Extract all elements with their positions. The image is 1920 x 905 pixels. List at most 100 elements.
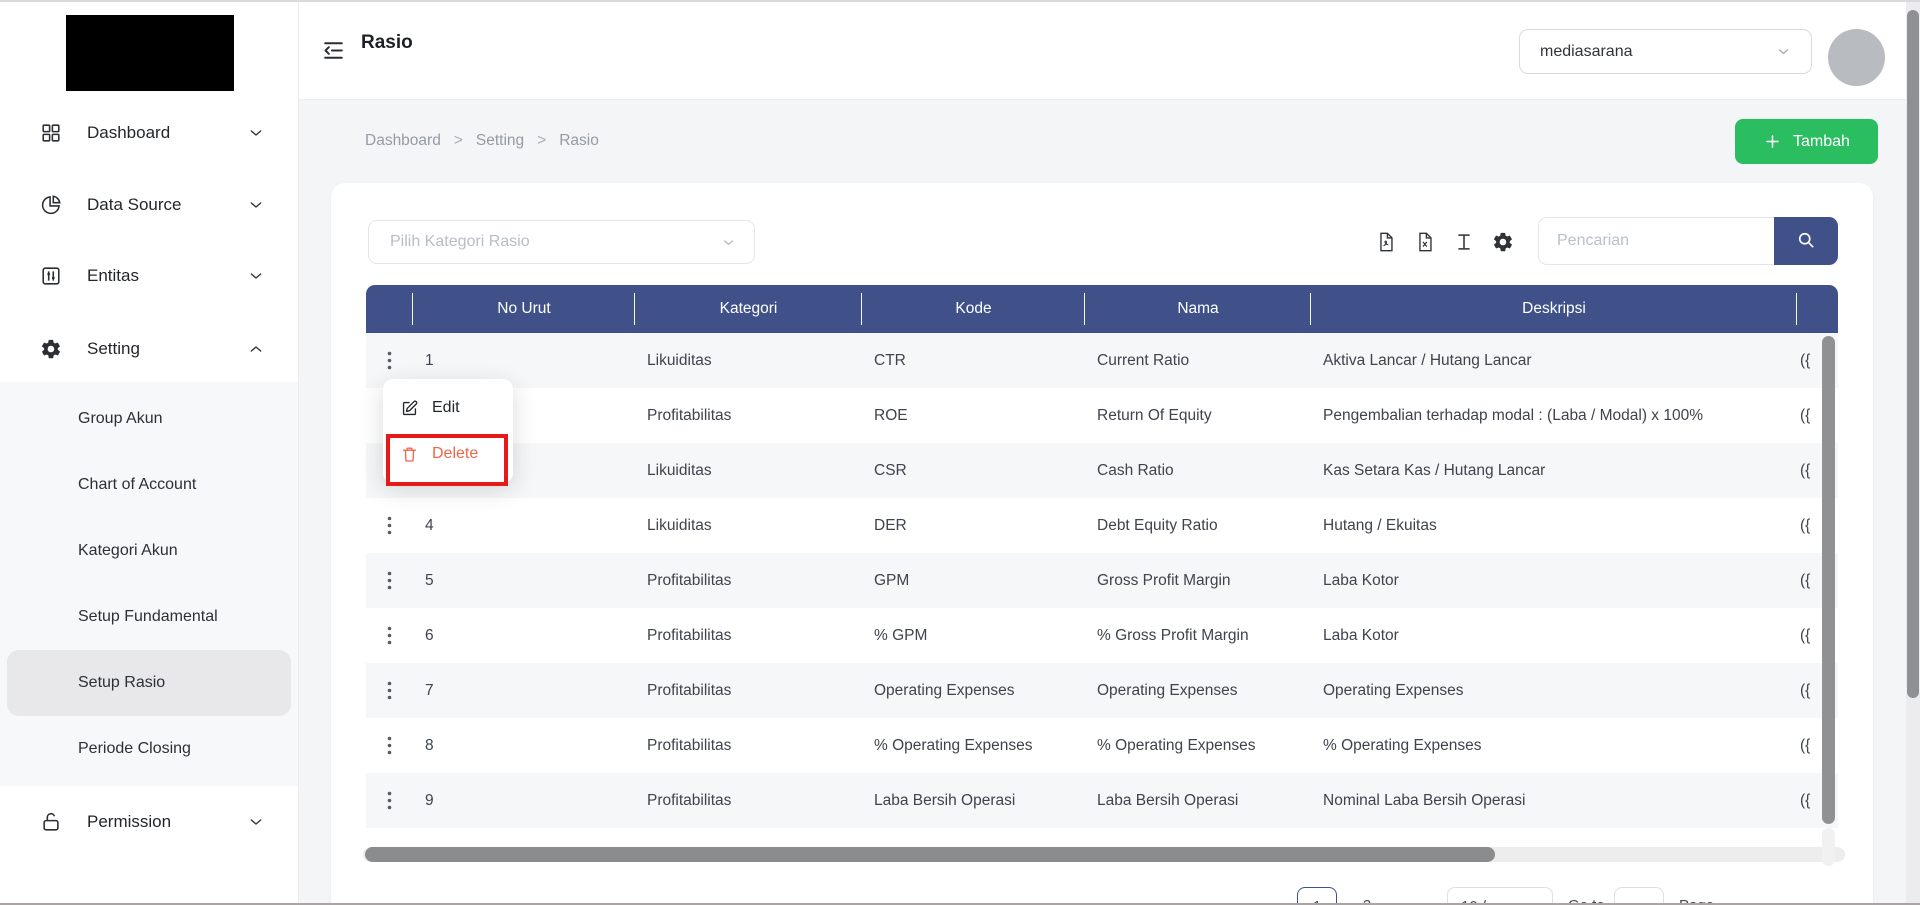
table-vertical-scrollbar-track [1822,828,1835,866]
chevron-down-icon [248,125,264,141]
sidebar-item-setting[interactable]: Setting [0,327,298,371]
cell-kode: Laba Bersih Operasi [862,792,1085,810]
table-header-deskripsi: Deskripsi [1311,285,1797,333]
cell-nama: Return Of Equity [1085,407,1311,425]
cell-deskripsi: Laba Kotor [1311,627,1797,645]
search-input[interactable] [1538,217,1774,265]
cell-no-urut: 7 [413,682,635,700]
cell-deskripsi: Aktiva Lancar / Hutang Lancar [1311,352,1797,370]
sidebar-subitem-setup-rasio[interactable]: Setup Rasio [7,650,291,716]
row-kebab-menu-icon[interactable] [366,736,413,755]
row-kebab-menu-icon[interactable] [366,626,413,645]
sidebar-subitem-setup-fundamental[interactable]: Setup Fundamental [0,584,298,650]
table-row: 4LikuiditasDERDebt Equity RatioHutang / … [366,498,1838,553]
setting-submenu: Group AkunChart of AccountKategori AkunS… [0,382,298,786]
menu-fold-icon[interactable] [321,40,346,61]
table-row: 8Profitabilitas% Operating Expenses% Ope… [366,718,1838,773]
category-filter-placeholder: Pilih Kategori Rasio [390,233,530,251]
table-body: 1LikuiditasCTRCurrent RatioAktiva Lancar… [366,333,1838,828]
sidebar-item-label: Setting [87,339,140,359]
breadcrumb: Dashboard > Setting > Rasio [365,132,599,150]
sidebar-subitem-group-akun[interactable]: Group Akun [0,386,298,452]
row-kebab-menu-icon[interactable] [366,516,413,535]
row-kebab-menu-icon[interactable] [366,351,413,370]
cell-kategori: Profitabilitas [635,572,862,590]
page-scrollbar-track [1906,2,1920,903]
sidebar-item-label: Permission [87,812,171,832]
table-settings-icon[interactable] [1492,231,1514,253]
app-logo [66,15,234,91]
row-context-menu: Edit Delete [383,379,513,483]
breadcrumb-setting[interactable]: Setting [476,132,524,150]
cell-kategori: Profitabilitas [635,407,862,425]
sidebar-item-label: Data Source [87,195,182,215]
sidebar-item-data-source[interactable]: Data Source [0,183,298,227]
pagination: ‹ 1 2 › 10 / page Go to Page [331,887,1873,905]
cell-nama: % Gross Profit Margin [1085,627,1311,645]
sidebar-item-label: Entitas [87,266,139,286]
cell-no-urut: 4 [413,517,635,535]
table-header-actions [366,285,413,333]
context-menu-edit-label: Edit [432,399,460,417]
cell-no-urut: 6 [413,627,635,645]
cell-kategori: Profitabilitas [635,792,862,810]
row-kebab-menu-icon[interactable] [366,681,413,700]
table-row: 1LikuiditasCTRCurrent RatioAktiva Lancar… [366,333,1838,388]
page-title: Rasio [361,32,413,54]
pagination-page-1[interactable]: 1 [1297,887,1337,905]
table-header-no-urut: No Urut [413,285,635,333]
add-button-label: Tambah [1793,133,1850,151]
cell-no-urut: 1 [413,352,635,370]
category-filter-select[interactable]: Pilih Kategori Rasio [368,220,755,264]
table-row: 9ProfitabilitasLaba Bersih OperasiLaba B… [366,773,1838,828]
breadcrumb-separator: > [537,132,546,150]
text-height-icon[interactable] [1453,231,1475,253]
pagination-page-size-select[interactable]: 10 / page [1447,887,1553,905]
table-vertical-scrollbar[interactable] [1822,336,1835,824]
sidebar-item-permission[interactable]: Permission [0,800,298,844]
table-header-nama: Nama [1085,285,1311,333]
pagination-jump-input[interactable] [1614,887,1664,905]
chevron-down-icon [248,197,264,213]
cell-kategori: Profitabilitas [635,627,862,645]
table-row: 2ProfitabilitasROEReturn Of EquityPengem… [366,388,1838,443]
context-menu-delete[interactable]: Delete [383,431,513,477]
pagination-prev-icon[interactable]: ‹ [1256,887,1280,905]
search-button[interactable] [1774,217,1838,265]
row-kebab-menu-icon[interactable] [366,571,413,590]
topbar: Rasio mediasarana [299,2,1920,100]
cell-kode: CTR [862,352,1085,370]
tenant-select[interactable]: mediasarana [1519,29,1812,74]
table-horizontal-scrollbar[interactable] [365,847,1495,862]
rasio-table: No Urut Kategori Kode Nama Deskripsi 1Li… [366,285,1838,828]
pagination-next-icon[interactable]: › [1393,887,1417,905]
table-row: 3LikuiditasCSRCash RatioKas Setara Kas /… [366,443,1838,498]
sidebar-subitem-kategori-akun[interactable]: Kategori Akun [0,518,298,584]
chevron-up-icon [248,341,264,357]
cell-nama: Laba Bersih Operasi [1085,792,1311,810]
table-header-kategori: Kategori [635,285,862,333]
row-kebab-menu-icon[interactable] [366,791,413,810]
sidebar-item-dashboard[interactable]: Dashboard [0,111,298,155]
sidebar-subitem-chart-of-account[interactable]: Chart of Account [0,452,298,518]
chevron-down-icon [721,235,736,250]
breadcrumb-dashboard[interactable]: Dashboard [365,132,441,150]
context-menu-delete-label: Delete [432,445,478,463]
cell-deskripsi: Operating Expenses [1311,682,1797,700]
pagination-page-2[interactable]: 2 [1347,887,1387,905]
export-pdf-icon[interactable] [1375,231,1397,253]
add-button[interactable]: Tambah [1735,119,1878,164]
page-scrollbar[interactable] [1907,10,1919,698]
user-avatar[interactable] [1828,29,1885,86]
unlock-icon [40,811,62,833]
chevron-down-icon [1776,44,1791,59]
sidebar-item-entitas[interactable]: Entitas [0,254,298,298]
export-excel-icon[interactable] [1414,231,1436,253]
cell-kategori: Profitabilitas [635,682,862,700]
context-menu-edit[interactable]: Edit [383,385,513,431]
cell-nama: % Operating Expenses [1085,737,1311,755]
table-toolbar [1375,231,1514,253]
cell-deskripsi: Laba Kotor [1311,572,1797,590]
sidebar-subitem-periode-closing[interactable]: Periode Closing [0,716,298,782]
plus-icon [1763,132,1782,151]
